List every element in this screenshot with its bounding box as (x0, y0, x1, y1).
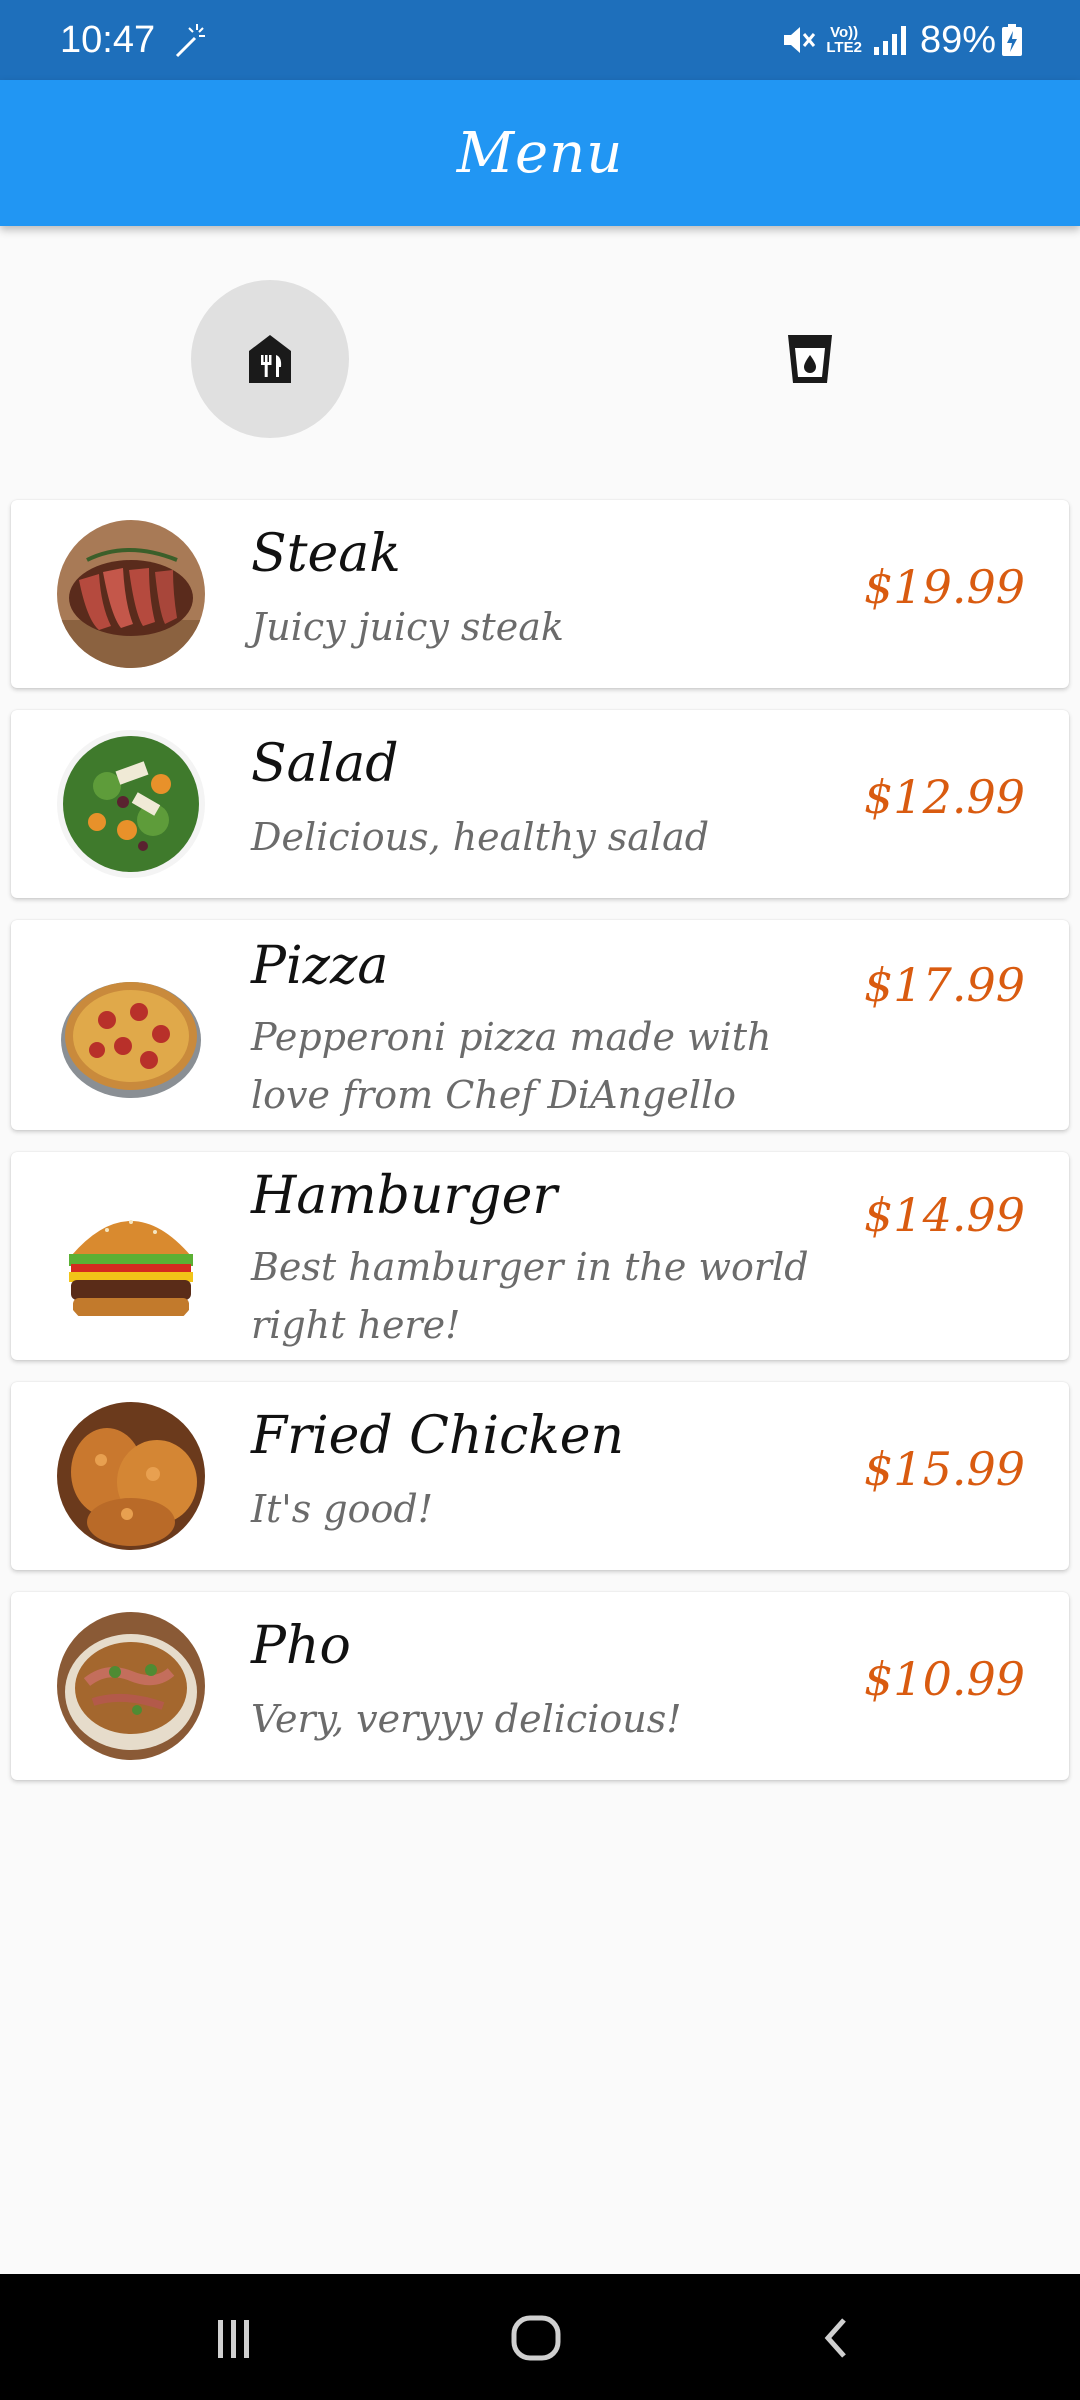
restaurant-house-icon (249, 335, 291, 383)
home-button[interactable] (496, 2298, 576, 2378)
signal-icon (873, 26, 906, 55)
menu-item-steak[interactable]: Steak Juicy juicy steak $19.99 (11, 500, 1069, 688)
status-bar: 10:47 Vo)) LTE2 89% (0, 0, 1080, 80)
item-price: $19.99 (864, 560, 1025, 614)
menu-item-salad[interactable]: Salad Delicious, healthy salad $12.99 (11, 710, 1069, 898)
item-description: It's good! (251, 1487, 433, 1531)
app-bar: Menu (0, 80, 1080, 226)
item-description: Delicious, healthy salad (251, 815, 710, 859)
status-left: 10:47 (60, 19, 209, 62)
item-name: Salad (251, 734, 399, 794)
item-name: Pizza (251, 936, 389, 996)
item-name: Hamburger (251, 1166, 558, 1226)
steak-image (57, 520, 205, 668)
home-icon (511, 2315, 561, 2361)
item-name: Fried Chicken (251, 1406, 624, 1466)
item-description: Very, veryyy delicious! (251, 1697, 682, 1741)
tab-food[interactable] (191, 280, 349, 438)
pizza-image (57, 960, 205, 1108)
item-name: Pho (251, 1616, 351, 1676)
magic-wand-icon (176, 24, 206, 58)
network-type: Vo)) LTE2 (826, 25, 862, 55)
item-description: Pepperoni pizza made with love from Chef… (251, 1015, 772, 1117)
item-name: Steak (251, 524, 401, 584)
item-price: $12.99 (864, 770, 1025, 824)
menu-item-pho[interactable]: Pho Very, veryyy delicious! $10.99 (11, 1592, 1069, 1780)
status-time: 10:47 (60, 18, 156, 61)
page-title: Menu (456, 120, 624, 186)
menu-item-hamburger[interactable]: Hamburger Best hamburger in the world ri… (11, 1152, 1069, 1360)
back-icon (824, 2318, 846, 2358)
drink-cup-icon (788, 335, 832, 383)
fried-chicken-image (57, 1402, 205, 1550)
recents-button[interactable] (194, 2298, 274, 2378)
battery-charging-icon (1002, 24, 1022, 56)
item-price: $14.99 (864, 1188, 1025, 1242)
lte-label: LTE2 (826, 39, 862, 56)
salad-image (57, 730, 205, 878)
system-nav-bar (0, 2274, 1080, 2400)
mute-icon (784, 27, 816, 53)
status-right: Vo)) LTE2 89% (780, 19, 1022, 62)
volte-label: Vo)) (830, 24, 859, 41)
item-description: Juicy juicy steak (251, 605, 564, 649)
back-button[interactable] (798, 2298, 878, 2378)
menu-item-fried-chicken[interactable]: Fried Chicken It's good! $15.99 (11, 1382, 1069, 1570)
hamburger-image (57, 1190, 205, 1338)
tab-drinks[interactable] (731, 280, 889, 438)
item-description: Best hamburger in the world right here! (251, 1245, 809, 1347)
battery-percent: 89% (919, 18, 996, 61)
recents-icon (218, 2320, 249, 2358)
item-price: $17.99 (864, 958, 1025, 1012)
item-price: $15.99 (864, 1442, 1025, 1496)
menu-item-pizza[interactable]: Pizza Pepperoni pizza made with love fro… (11, 920, 1069, 1130)
item-price: $10.99 (864, 1652, 1025, 1706)
pho-image (57, 1612, 205, 1760)
category-tabs (0, 226, 1080, 472)
